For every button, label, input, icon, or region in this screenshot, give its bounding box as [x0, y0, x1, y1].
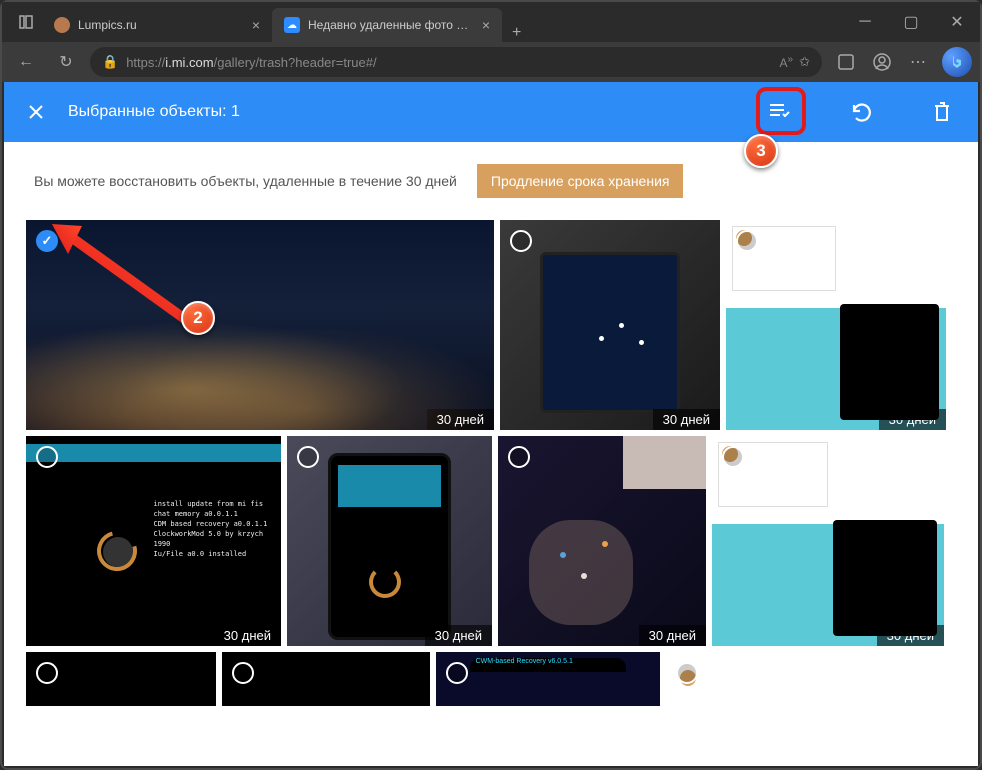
- delete-button[interactable]: [926, 96, 958, 128]
- close-icon[interactable]: ×: [252, 17, 260, 33]
- extend-storage-button[interactable]: Продление срока хранения: [477, 164, 684, 198]
- close-icon[interactable]: ×: [482, 17, 490, 33]
- address-bar-row: ← ↻ 🔒 https://i.mi.com/gallery/trash?hea…: [2, 42, 980, 82]
- photo-thumbnail[interactable]: 30 дней: [500, 220, 720, 430]
- selection-checkmark-icon[interactable]: [232, 662, 254, 684]
- url-text: https://i.mi.com/gallery/trash?header=tr…: [126, 55, 376, 70]
- maximize-button[interactable]: ▢: [888, 2, 934, 42]
- reader-icon[interactable]: A»: [780, 54, 794, 70]
- photo-thumbnail[interactable]: install update from mi fischat memory a0…: [26, 436, 281, 646]
- tab-mi-cloud[interactable]: ☁ Недавно удаленные фото и вид ×: [272, 8, 502, 42]
- selection-checkmark-icon[interactable]: [510, 230, 532, 252]
- days-remaining-label: 30 дней: [653, 409, 720, 430]
- photo-thumbnail[interactable]: 30 дней: [498, 436, 706, 646]
- photo-thumbnail[interactable]: 30 дней: [712, 436, 944, 646]
- lock-icon: 🔒: [102, 54, 118, 70]
- address-bar[interactable]: 🔒 https://i.mi.com/gallery/trash?header=…: [90, 47, 822, 77]
- tab-strip: Lumpics.ru × ☁ Недавно удаленные фото и …: [42, 2, 531, 42]
- close-window-button[interactable]: ✕: [934, 2, 980, 42]
- window-controls: ─ ▢ ✕: [842, 2, 980, 42]
- tab-lumpics[interactable]: Lumpics.ru ×: [42, 8, 272, 42]
- days-remaining-label: 30 дней: [877, 625, 944, 646]
- extensions-icon[interactable]: [830, 46, 862, 78]
- selection-checkmark-icon[interactable]: [722, 446, 744, 468]
- tab-label: Lumpics.ru: [78, 18, 244, 32]
- gallery-row-3: CWM-based Recovery v6.0.5.1: [4, 652, 978, 706]
- info-bar: Вы можете восстановить объекты, удаленны…: [4, 142, 978, 220]
- selection-checkmark-icon[interactable]: [36, 662, 58, 684]
- photo-thumbnail[interactable]: [26, 652, 216, 706]
- info-text: Вы можете восстановить объекты, удаленны…: [34, 173, 457, 189]
- refresh-button[interactable]: ↻: [50, 46, 82, 78]
- minimize-button[interactable]: ─: [842, 2, 888, 42]
- annotation-badge-3: 3: [744, 134, 778, 168]
- lumpics-favicon-icon: [54, 17, 70, 33]
- selection-checkmark-icon[interactable]: [676, 662, 698, 684]
- photo-thumbnail[interactable]: CWM-based Recovery v6.0.5.1: [436, 652, 660, 706]
- days-remaining-label: 30 дней: [879, 409, 946, 430]
- browser-titlebar: Lumpics.ru × ☁ Недавно удаленные фото и …: [2, 2, 980, 42]
- selection-checkmark-icon[interactable]: [508, 446, 530, 468]
- selection-checkmark-icon[interactable]: [446, 662, 468, 684]
- favorite-icon[interactable]: ✩: [799, 54, 810, 70]
- menu-icon[interactable]: ⋯: [902, 46, 934, 78]
- days-remaining-label: 30 дней: [214, 625, 281, 646]
- photo-thumbnail[interactable]: 30 дней: [287, 436, 492, 646]
- photo-thumbnail[interactable]: 30 дней: [726, 220, 946, 430]
- days-remaining-label: 30 дней: [639, 625, 706, 646]
- profile-icon[interactable]: [866, 46, 898, 78]
- photo-thumbnail[interactable]: [666, 652, 946, 706]
- photo-thumbnail[interactable]: 30 дней: [26, 220, 494, 430]
- selection-checkmark-icon[interactable]: [736, 230, 758, 252]
- restore-button[interactable]: [844, 96, 876, 128]
- tab-label: Недавно удаленные фото и вид: [308, 18, 474, 32]
- select-all-button[interactable]: [762, 96, 794, 128]
- new-tab-button[interactable]: +: [502, 24, 531, 42]
- cancel-selection-button[interactable]: [24, 100, 48, 124]
- selection-checkmark-icon[interactable]: [297, 446, 319, 468]
- annotation-badge-2: 2: [181, 301, 215, 335]
- cloud-favicon-icon: ☁: [284, 17, 300, 33]
- bing-chat-icon[interactable]: [942, 47, 972, 77]
- days-remaining-label: 30 дней: [425, 625, 492, 646]
- days-remaining-label: 30 дней: [427, 409, 494, 430]
- tab-actions-icon[interactable]: [10, 6, 42, 38]
- gallery-row-2: install update from mi fischat memory a0…: [4, 436, 978, 646]
- selection-checkmark-icon[interactable]: [36, 230, 58, 252]
- photo-thumbnail[interactable]: [222, 652, 430, 706]
- back-button[interactable]: ←: [10, 46, 42, 78]
- gallery-row-1: 30 дней 30 дней 30 дней: [4, 220, 978, 430]
- selection-checkmark-icon[interactable]: [36, 446, 58, 468]
- page-content: Выбранные объекты: 1 Вы можете восстанов…: [4, 82, 978, 766]
- selection-header: Выбранные объекты: 1: [4, 82, 978, 142]
- selection-title: Выбранные объекты: 1: [68, 103, 240, 121]
